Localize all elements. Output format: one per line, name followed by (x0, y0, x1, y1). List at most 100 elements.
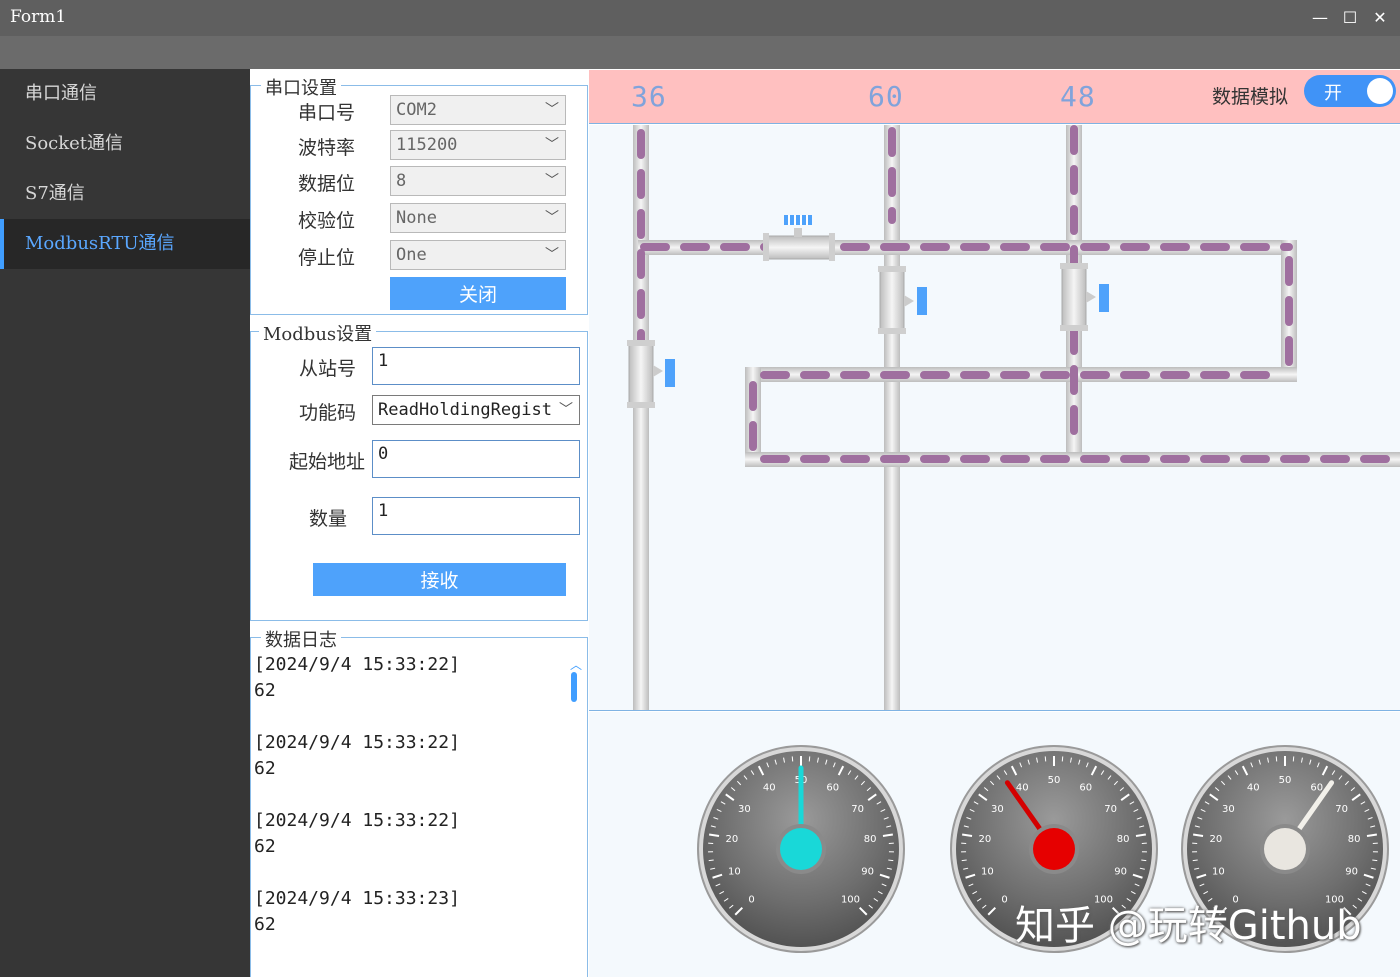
log-time: [2024/9/4 15:33:23] (254, 888, 460, 909)
pipe-shells (633, 125, 1400, 710)
gauge-hub (1033, 828, 1075, 870)
value-display-panel: 36 60 48 数据模拟 开 (589, 70, 1400, 124)
gauge-tick-label: 40 (1247, 783, 1260, 794)
log-value: 62 (254, 836, 276, 857)
scroll-up-icon[interactable]: ︿ (570, 656, 582, 673)
data-simulation-toggle[interactable]: 开 (1304, 75, 1396, 107)
parity-label: 校验位 (298, 210, 356, 232)
sidebar-item-socket[interactable]: Socket通信 (0, 119, 250, 169)
pipe-network-svg (627, 125, 1400, 710)
valve-vertical-icon (878, 266, 927, 334)
gauge-tick-label: 100 (841, 894, 860, 905)
gauge-tick-label: 10 (981, 867, 994, 878)
databits-value: 8 (396, 171, 407, 191)
gauge-tick-label: 80 (1348, 834, 1361, 845)
gauge-tick-label: 80 (864, 834, 877, 845)
log-group-title: 数据日志 (261, 626, 341, 652)
count-input[interactable]: 1 (372, 497, 580, 535)
window-title: Form1 (10, 7, 67, 27)
slave-label: 从站号 (299, 358, 357, 380)
func-label: 功能码 (299, 402, 357, 424)
scrollbar-thumb[interactable] (571, 672, 577, 702)
display-value-2: 60 (868, 80, 904, 113)
start-address-label: 起始地址 (289, 451, 366, 473)
gauge-tick-label: 30 (991, 804, 1004, 815)
close-icon[interactable]: ✕ (1365, 0, 1395, 36)
port-select[interactable]: COM2 ﹀ (390, 95, 566, 125)
data-simulation-label: 数据模拟 (1212, 86, 1289, 108)
port-value: COM2 (396, 100, 437, 120)
toggle-on-label: 开 (1324, 83, 1342, 104)
gauge-tick-label: 30 (738, 804, 751, 815)
parity-select[interactable]: None ﹀ (390, 203, 566, 233)
gauge-tick-label: 60 (1079, 783, 1092, 794)
func-value: ReadHoldingRegist (378, 400, 552, 420)
minimize-icon[interactable]: — (1305, 0, 1335, 36)
gauge-tick (1372, 859, 1378, 862)
chevron-down-icon: ﹀ (545, 137, 559, 153)
data-log-textbox[interactable]: [2024/9/4 15:33:22] 62 [2024/9/4 15:33:22… (252, 652, 587, 977)
chevron-down-icon: ﹀ (557, 396, 573, 424)
slave-input[interactable]: 1 (372, 347, 580, 385)
gauge-tick (1141, 859, 1147, 862)
close-port-button[interactable]: 关闭 (390, 277, 566, 310)
baud-label: 波特率 (298, 137, 356, 159)
gauge-tick-label: 80 (1117, 834, 1130, 845)
gauge-tick-label: 40 (763, 783, 776, 794)
log-value: 62 (254, 680, 276, 701)
gauge-hub (780, 828, 822, 870)
baud-select[interactable]: 115200 ﹀ (390, 130, 566, 160)
chevron-down-icon: ﹀ (545, 173, 559, 189)
gauge-tick-label: 70 (1104, 804, 1117, 815)
gauge-tick-label: 70 (1335, 804, 1348, 815)
serial-group-title: 串口设置 (261, 74, 341, 100)
gauge-tick-label: 30 (1222, 804, 1235, 815)
receive-button[interactable]: 接收 (313, 563, 566, 596)
gauge-tick (961, 859, 967, 862)
stopbits-label: 停止位 (298, 247, 356, 269)
parity-value: None (396, 208, 437, 228)
chevron-down-icon: ﹀ (545, 247, 559, 263)
chevron-down-icon: ﹀ (545, 210, 559, 226)
log-value: 62 (254, 914, 276, 935)
func-select[interactable]: ReadHoldingRegist ﹀ (372, 395, 580, 425)
gauge-tick-label: 10 (1212, 867, 1225, 878)
gauge-tick-label: 40 (1016, 783, 1029, 794)
log-time: [2024/9/4 15:33:22] (254, 654, 460, 675)
databits-label: 数据位 (298, 173, 356, 195)
modbus-group-title: Modbus设置 (259, 320, 377, 346)
start-address-input[interactable]: 0 (372, 440, 580, 478)
baud-value: 115200 (396, 135, 458, 155)
gauge-tick-label: 20 (978, 834, 991, 845)
gauge-hub (1264, 828, 1306, 870)
log-entry: [2024/9/4 15:33:22] 62 (252, 808, 587, 886)
stopbits-select[interactable]: One ﹀ (390, 240, 566, 270)
pipe-diagram (589, 125, 1400, 711)
gauge-tick-label: 50 (1279, 775, 1292, 786)
log-entry: [2024/9/4 15:33:23] 62 (252, 886, 587, 964)
gauge-tick-label: 20 (725, 834, 738, 845)
display-value-3: 48 (1060, 80, 1096, 113)
sidebar-item-modbusrtu[interactable]: ModbusRTU通信 (0, 219, 250, 269)
sidebar-item-serial[interactable]: 串口通信 (0, 69, 250, 119)
display-value-1: 36 (631, 80, 667, 113)
gauge-tick-label: 60 (826, 783, 839, 794)
gauge-tick (888, 859, 894, 862)
count-label: 数量 (309, 508, 348, 530)
log-entry: [2024/9/4 15:33:22] 62 (252, 652, 587, 730)
stopbits-value: One (396, 245, 427, 265)
port-label: 串口号 (298, 102, 356, 124)
databits-select[interactable]: 8 ﹀ (390, 166, 566, 196)
toggle-knob (1367, 78, 1393, 104)
gauge-tick-label: 70 (851, 804, 864, 815)
log-time: [2024/9/4 15:33:22] (254, 810, 460, 831)
chevron-down-icon: ﹀ (545, 102, 559, 118)
valve-horizontal-icon (763, 215, 835, 261)
sidebar-item-s7[interactable]: S7通信 (0, 169, 250, 219)
valve-vertical-icon (1060, 263, 1109, 331)
gauge: 0102030405060708090100 (697, 745, 905, 953)
gauge-tick (1192, 859, 1198, 862)
valve-vertical-icon (627, 340, 675, 408)
maximize-icon[interactable]: ☐ (1335, 0, 1365, 36)
gauge-tick-label: 60 (1310, 783, 1323, 794)
